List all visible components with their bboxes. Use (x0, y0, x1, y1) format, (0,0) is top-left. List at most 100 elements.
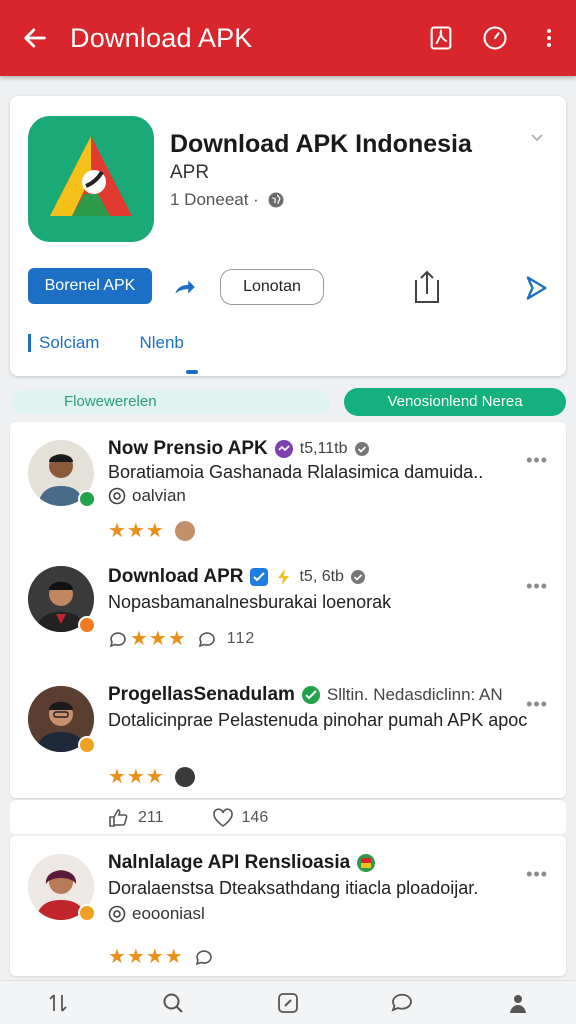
app-meta: 1 Doneeat · (170, 190, 285, 210)
review-meta: t5, 6tb (299, 568, 344, 585)
compose-icon (278, 992, 298, 1013)
star-rating-icon: ★★★ (108, 766, 165, 788)
reactor-thumbnail (174, 766, 195, 787)
chevron-down-icon[interactable] (530, 130, 544, 146)
star-rating-icon: ★★★★ (108, 946, 184, 968)
nav-messages-button[interactable] (383, 983, 423, 1023)
star-rating-icon: ★★★ (130, 628, 187, 650)
share-arrow-icon (175, 280, 195, 294)
app-subtitle: APR (170, 162, 210, 183)
review-author-name: Now Prensio APK (108, 438, 268, 459)
bottom-navigation (0, 980, 576, 1024)
more-menu-button[interactable] (522, 0, 576, 76)
review-text: Nopasbamanalnesburakai loenorak (108, 592, 392, 612)
tab-divider (28, 334, 31, 352)
clock-icon (483, 26, 507, 50)
send-button[interactable] (522, 274, 550, 302)
review-subtitle-text: oalvian (132, 486, 186, 505)
download-apk-button[interactable]: Borenel APK (28, 268, 152, 304)
app-tabs: Solciam Nlenb (28, 328, 184, 358)
share-button[interactable] (172, 274, 198, 300)
review-author: Now Prensio APK t5,11tb (108, 438, 370, 460)
badge-icon (78, 904, 96, 922)
app-card: Download APK Indonesia APR 1 Doneeat · B… (10, 96, 566, 376)
bolt-icon (278, 569, 290, 585)
filter-pill-right[interactable]: Venosionlend Nerea (344, 388, 566, 416)
upload-button[interactable] (412, 268, 442, 306)
comment-icon[interactable] (108, 629, 128, 649)
review-more-button[interactable]: ••• (526, 576, 548, 597)
thumbs-up-icon[interactable] (108, 808, 130, 828)
review-author-name: Download APR (108, 566, 244, 587)
at-icon (108, 905, 126, 923)
reply-icon[interactable] (197, 629, 217, 649)
document-icon (430, 26, 452, 50)
review-subtitle-text: eoooniasl (132, 904, 205, 923)
reactions-row: 211 146 (10, 800, 566, 834)
like-count: 211 (138, 809, 164, 826)
tab-primary[interactable]: Solciam (39, 333, 99, 353)
send-icon (526, 276, 547, 300)
badge-icon (274, 440, 293, 458)
swap-icon (48, 993, 67, 1012)
tab-indicator (186, 370, 198, 374)
app-bar: Download APK (0, 0, 576, 76)
nav-activity-button[interactable] (38, 983, 78, 1023)
nav-search-button[interactable] (153, 983, 193, 1023)
review-more-button[interactable]: ••• (526, 694, 548, 715)
more-vertical-icon (547, 29, 551, 47)
back-button[interactable] (0, 0, 70, 76)
user-icon (510, 994, 527, 1013)
reaction-counts: 211 146 (108, 808, 268, 828)
verified-icon (301, 686, 320, 704)
reviews-card: Now Prensio APK t5,11tb Boratiamoia Gash… (10, 422, 566, 798)
app-title: Download APK Indonesia (170, 130, 472, 158)
search-icon (163, 993, 183, 1013)
review-author: Download APR t5, 6tb (108, 566, 366, 588)
review-text: Boratiamoia Gashanada Rlalasimica damuid… (108, 462, 484, 482)
review-author: ProgellasSenadulam Slltin. Nedasdiclinn:… (108, 684, 503, 706)
tab-secondary[interactable]: Nlenb (139, 333, 183, 353)
chat-icon (391, 993, 412, 1012)
star-rating-icon: ★★★ (108, 520, 165, 542)
review-meta: t5,11tb (299, 440, 348, 457)
review-rating: ★★★ 112 (108, 626, 255, 651)
history-button[interactable] (468, 0, 522, 76)
review-text: Dotalicinprae Pelastenuda pinohar pumah … (108, 710, 528, 730)
filter-pill-left[interactable]: Flowewerelen (12, 390, 330, 414)
check-circle-icon (350, 570, 365, 584)
globe-icon (268, 192, 284, 208)
reactor-thumbnail (174, 520, 195, 541)
comment-icon[interactable] (194, 947, 214, 967)
app-meta-text: 1 Doneeat · (170, 190, 259, 209)
upload-icon (415, 270, 439, 303)
review-rating: ★★★★ (108, 944, 214, 969)
review-author: Nalnlalage API Renslioasia (108, 852, 376, 874)
check-circle-icon (354, 442, 369, 456)
app-logo (28, 116, 154, 242)
review-more-button[interactable]: ••• (526, 864, 548, 885)
review-more-button[interactable]: ••• (526, 450, 548, 471)
pdf-button[interactable] (414, 0, 468, 76)
review-subtitle: oalvian (108, 486, 186, 506)
review-meta: Slltin. Nedasdiclinn: AN (326, 685, 503, 704)
arrow-left-icon (24, 28, 46, 48)
verified-icon (250, 568, 269, 586)
nav-compose-button[interactable] (268, 983, 308, 1023)
page-title: Download APK (70, 22, 253, 53)
flag-icon (357, 854, 376, 872)
review-rating: ★★★ (108, 518, 195, 543)
nav-profile-button[interactable] (498, 983, 538, 1023)
at-icon (108, 487, 126, 505)
reply-count: 112 (226, 629, 256, 647)
review-rating: ★★★ (108, 764, 195, 789)
review-text: Doralaenstsa Dteaksathdang itiacla pload… (108, 878, 479, 898)
heart-icon[interactable] (212, 808, 234, 828)
reviews-card: Nalnlalage API Renslioasia Doralaenstsa … (10, 836, 566, 976)
review-subtitle: eoooniasl (108, 904, 205, 924)
badge-icon (78, 736, 96, 754)
secondary-button[interactable]: Lonotan (220, 269, 324, 305)
heart-count: 146 (241, 809, 269, 826)
review-author-name: Nalnlalage API Renslioasia (108, 852, 351, 873)
review-author-name: ProgellasSenadulam (108, 684, 295, 705)
